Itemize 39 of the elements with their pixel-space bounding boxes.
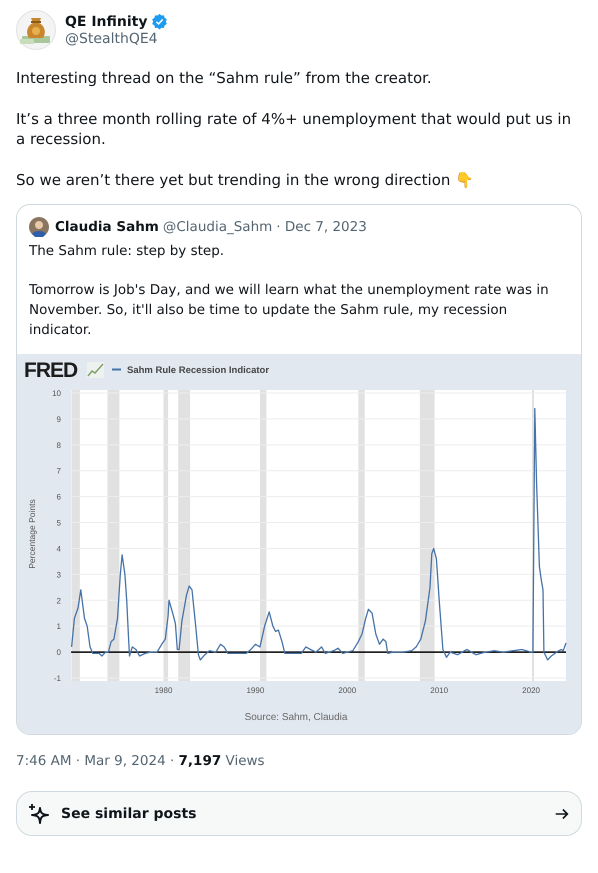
y-tick-label: 7 (56, 466, 61, 476)
money-bag-avatar-icon[interactable] (16, 10, 56, 50)
quoted-post-date[interactable]: · Dec 7, 2023 (276, 219, 367, 235)
line-chart-icon (87, 362, 104, 378)
post-text: Interesting thread on the “Sahm rule” from the creator. (16, 68, 433, 88)
post-timestamp[interactable]: 7:46 AM · Mar 9, 2024 · (16, 753, 179, 769)
y-tick-label: 6 (56, 492, 61, 502)
legend-label: Sahm Rule Recession Indicator (127, 365, 270, 376)
post-text: So we aren’t there yet but trending in the wrong direction 👇 (16, 170, 476, 190)
avatar[interactable] (29, 217, 49, 237)
author-name[interactable]: QE Infinity (65, 14, 148, 30)
see-similar-posts-button[interactable]: See similar posts (16, 791, 582, 836)
y-tick-label: 5 (56, 518, 61, 528)
chart-source: Source: Sahm, Claudia (244, 712, 348, 723)
x-tick-label: 1980 (154, 686, 172, 695)
y-tick-label: 0 (56, 648, 61, 658)
y-axis-label: Percentage Points (27, 499, 37, 569)
quoted-author-handle[interactable]: @Claudia_Sahm (162, 219, 272, 235)
x-tick-label: 2000 (338, 686, 356, 695)
quoted-author-name[interactable]: Claudia Sahm (55, 219, 159, 235)
y-tick-label: 8 (56, 440, 61, 450)
quoted-post-card[interactable] (16, 204, 582, 735)
y-tick-label: 9 (56, 414, 61, 424)
quoted-post-text: The Sahm rule: step by step. (29, 242, 226, 261)
author-handle[interactable]: @StealthQE4 (65, 31, 168, 47)
fred-logo: FRED (24, 359, 78, 382)
x-tick-label: 2020 (522, 686, 540, 695)
x-tick-label: 2010 (430, 686, 448, 695)
y-tick-label: 3 (56, 570, 61, 580)
y-tick-label: 1 (56, 622, 61, 632)
y-tick-label: 2 (56, 596, 61, 606)
post-text: It’s a three month rolling rate of 4%+ unemployment that would put us in a recession. (16, 109, 572, 149)
y-tick-label: 4 (56, 544, 61, 554)
sparkle-icon (27, 802, 51, 826)
x-tick-label: 1990 (246, 686, 264, 695)
view-count: 7,197 Views (178, 753, 265, 769)
quoted-post-text: Tomorrow is Job's Day, and we will learn what the unemployment rate was in November. So, it'll also be time to update the Sahm rule, my recession indicator. (29, 281, 550, 340)
y-tick-label: -1 (54, 674, 61, 683)
y-tick-label: 10 (52, 389, 61, 398)
